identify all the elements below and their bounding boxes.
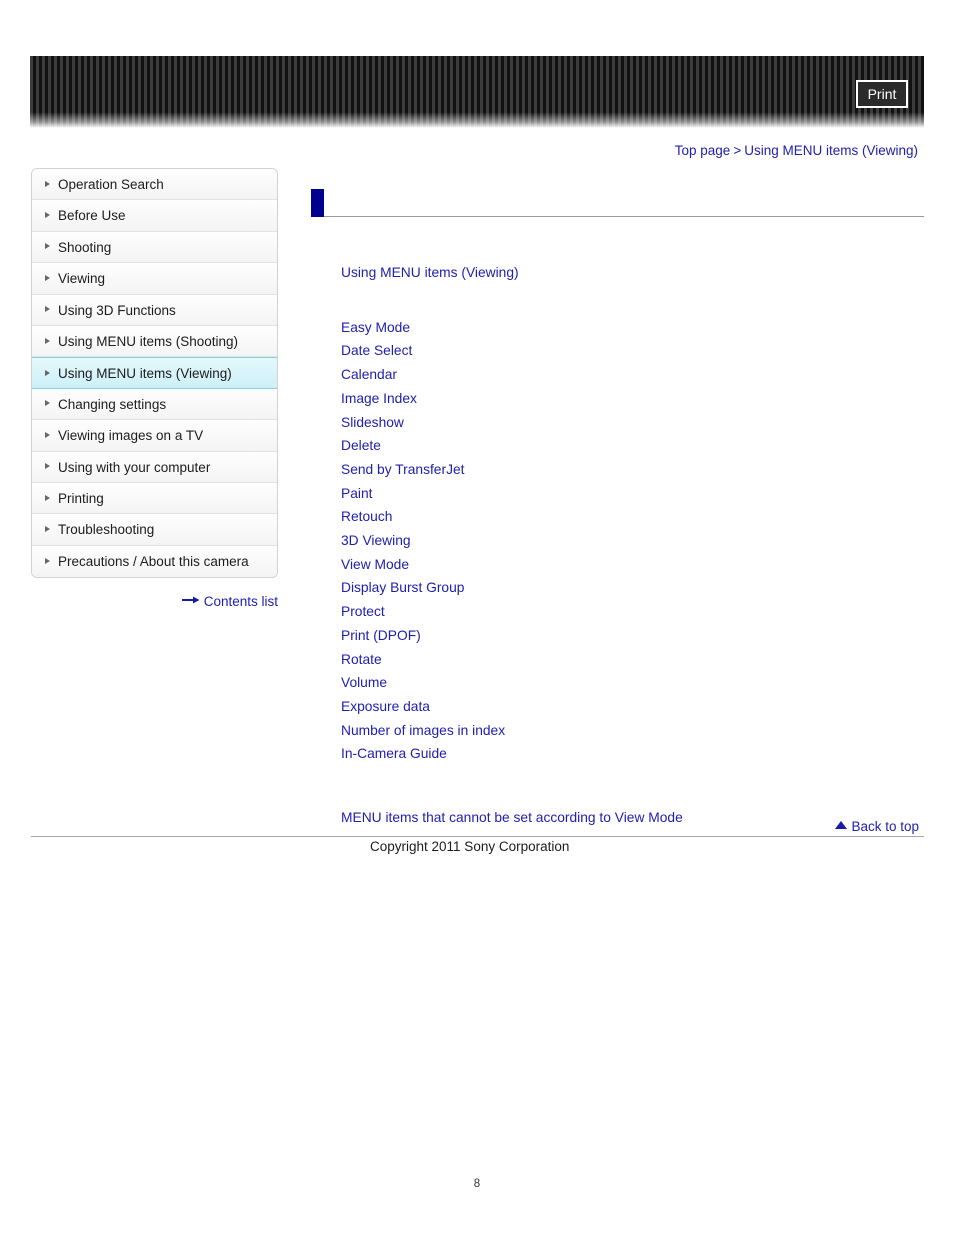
sidebar-item-1[interactable]: Before Use <box>32 200 277 232</box>
sidebar-item-9[interactable]: Using with your computer <box>32 451 277 483</box>
triangle-right-icon <box>45 557 50 564</box>
sidebar-item-5[interactable]: Using MENU items (Shooting) <box>32 325 277 358</box>
menu-item-link[interactable]: Retouch <box>341 505 921 529</box>
triangle-right-icon <box>45 337 50 344</box>
note-link[interactable]: MENU items that cannot be set according … <box>341 806 921 830</box>
back-to-top-link[interactable]: Back to top <box>835 818 919 834</box>
sidebar-item-11[interactable]: Troubleshooting <box>32 514 277 546</box>
menu-item-links: Easy Mode Date Select Calendar Image Index S… <box>341 316 921 766</box>
page-number: 8 <box>473 1178 481 1190</box>
sidebar-item-label: Precautions / About this camera <box>58 553 249 569</box>
sidebar-item-label: Using MENU items (Viewing) <box>58 366 232 382</box>
print-button[interactable]: Print <box>856 80 908 108</box>
sidebar-item-label: Printing <box>58 490 104 506</box>
menu-item-link[interactable]: Easy Mode <box>341 316 921 340</box>
menu-item-link[interactable]: Protect <box>341 600 921 624</box>
sidebar-item-label: Viewing <box>58 271 106 287</box>
sidebar-item-10[interactable]: Printing <box>32 482 277 515</box>
menu-item-link[interactable]: Display Burst Group <box>341 576 921 600</box>
sidebar-item-label: Troubleshooting <box>58 522 155 538</box>
menu-item-link[interactable]: Slideshow <box>341 411 921 435</box>
triangle-right-icon <box>45 243 50 250</box>
content-link-list: Using MENU items (Viewing) Easy Mode Date… <box>341 261 921 830</box>
sidebar-item-4[interactable]: Using 3D Functions <box>32 294 277 326</box>
sidebar-nav: Operation Search Before Use Shooting Viewin… <box>31 168 278 579</box>
sidebar-item-label: Operation Search <box>58 177 164 192</box>
triangle-right-icon <box>45 180 50 187</box>
sidebar-item-label: Using with your computer <box>58 459 211 475</box>
sidebar-item-2[interactable]: Shooting <box>32 231 277 264</box>
menu-item-link[interactable]: Paint <box>341 482 921 506</box>
menu-item-link[interactable]: Date Select <box>341 339 921 363</box>
menu-item-link[interactable]: Print (DPOF) <box>341 624 921 648</box>
menu-item-link[interactable]: Exposure data <box>341 695 921 719</box>
breadcrumb-top-page[interactable]: Top page <box>675 143 731 158</box>
menu-item-link[interactable]: Image Index <box>341 387 921 411</box>
contents-list-link[interactable]: Contents list <box>31 593 278 610</box>
menu-item-link[interactable]: Number of images in index <box>341 719 921 743</box>
copyright-text: Copyright 2011 Sony Corporation <box>370 839 570 854</box>
section-link[interactable]: Using MENU items (Viewing) <box>341 261 921 285</box>
triangle-right-icon <box>45 369 50 376</box>
menu-item-link[interactable]: View Mode <box>341 553 921 577</box>
sidebar-item-label: Before Use <box>58 208 126 224</box>
triangle-right-icon <box>45 431 50 438</box>
arrow-right-icon <box>181 593 200 608</box>
triangle-right-icon <box>45 306 50 313</box>
triangle-right-icon <box>45 525 50 532</box>
page-title-bar <box>311 189 924 217</box>
menu-item-link[interactable]: Delete <box>341 434 921 458</box>
triangle-up-icon <box>835 821 848 830</box>
title-accent-bar <box>311 189 324 217</box>
menu-item-link[interactable]: In-Camera Guide <box>341 742 921 766</box>
sidebar-item-0[interactable]: Operation Search <box>32 169 277 201</box>
sidebar-item-3[interactable]: Viewing <box>32 263 277 295</box>
menu-item-link[interactable]: Send by TransferJet <box>341 458 921 482</box>
menu-item-link[interactable]: Calendar <box>341 363 921 387</box>
sidebar-item-7[interactable]: Changing settings <box>32 388 277 421</box>
sidebar-item-label: Shooting <box>58 239 112 255</box>
sidebar-item-12[interactable]: Precautions / About this camera <box>32 545 277 578</box>
title-divider <box>324 216 924 217</box>
menu-item-link[interactable]: Rotate <box>341 648 921 672</box>
sidebar-item-label: Viewing images on a TV <box>58 428 204 444</box>
sidebar-item-label: Using MENU items (Shooting) <box>58 333 239 349</box>
sidebar-item-8[interactable]: Viewing images on a TV <box>32 420 277 452</box>
breadcrumb-current[interactable]: Using MENU items (Viewing) <box>744 143 918 158</box>
contents-list-label: Contents list <box>203 594 278 609</box>
sidebar-item-label: Using 3D Functions <box>58 302 176 318</box>
back-to-top-label: Back to top <box>851 818 919 834</box>
triangle-right-icon <box>45 212 50 219</box>
footer-divider <box>31 836 924 837</box>
triangle-right-icon <box>45 274 50 281</box>
menu-item-link[interactable]: Volume <box>341 671 921 695</box>
sidebar-item-label: Changing settings <box>58 396 167 412</box>
breadcrumb-separator: > <box>733 143 742 158</box>
triangle-right-icon <box>45 494 50 501</box>
triangle-right-icon <box>45 400 50 407</box>
breadcrumb: Top page > Using MENU items (Viewing) <box>675 143 918 158</box>
sidebar-item-6[interactable]: Using MENU items (Viewing) <box>32 357 277 389</box>
triangle-right-icon <box>45 463 50 470</box>
menu-item-link[interactable]: 3D Viewing <box>341 529 921 553</box>
header-banner: Print <box>30 56 924 128</box>
